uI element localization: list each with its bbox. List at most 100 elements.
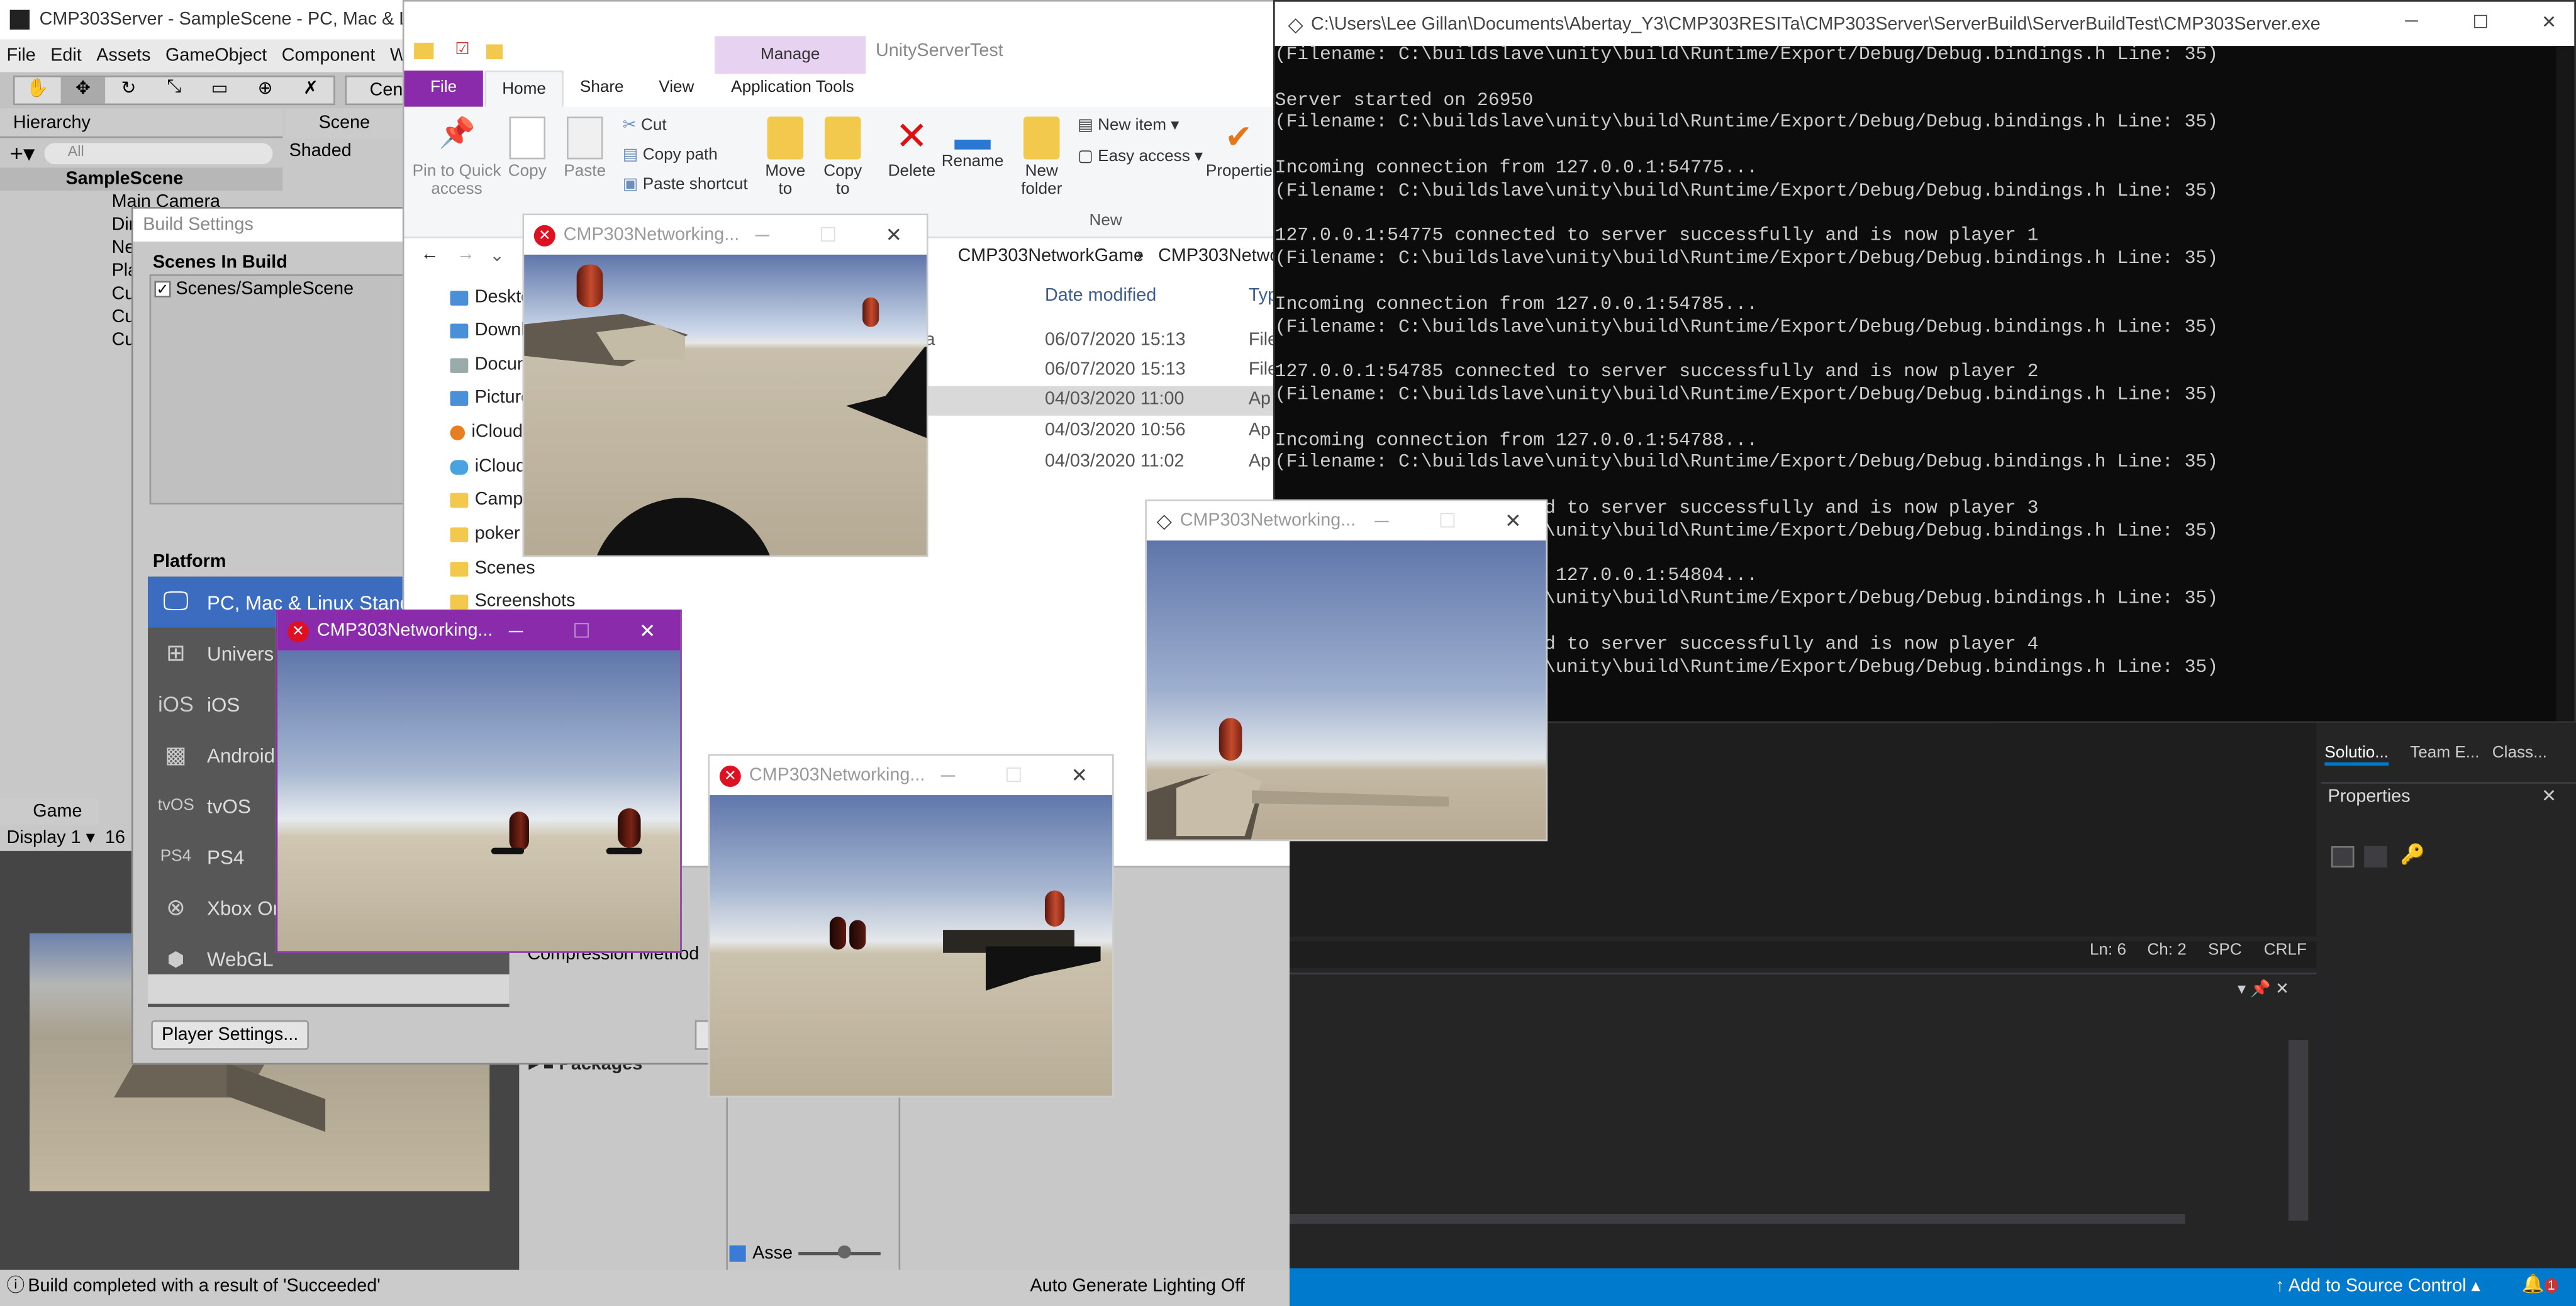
nav-item[interactable]: Deskto — [450, 287, 531, 307]
game-display-select[interactable]: Display 1 ▾ 16 — [6, 825, 125, 851]
menu-assets[interactable]: Assets — [96, 46, 150, 65]
maximize-icon[interactable]: ☐ — [986, 756, 1042, 795]
delete-button[interactable]: ✕ Delete — [884, 116, 940, 181]
back-arrow-icon[interactable]: ← — [421, 245, 439, 264]
property-pages-icon[interactable]: 🔑 — [2400, 843, 2425, 866]
new-item-icon: ▤ — [1078, 116, 1093, 135]
quick-access-check-icon[interactable]: ☑ — [455, 41, 469, 59]
nav-item[interactable]: Picture — [450, 388, 531, 408]
nav-item[interactable]: Docum — [450, 355, 532, 374]
menu-gameobject[interactable]: GameObject — [165, 46, 267, 65]
close-icon[interactable]: ✕ — [866, 215, 922, 255]
hierarchy-scene-row[interactable]: SampleScene — [0, 167, 283, 191]
new-folder-button[interactable]: New folder — [1017, 116, 1066, 199]
close-icon[interactable]: ✕ — [1051, 756, 1107, 795]
minimize-icon[interactable]: ─ — [920, 756, 976, 795]
scene-tab[interactable]: Scene — [286, 108, 404, 138]
output-scrollbar[interactable] — [2288, 1040, 2309, 1221]
maximize-icon[interactable]: ☐ — [1419, 501, 1475, 541]
rect-tool-icon[interactable]: ▭ — [197, 77, 242, 104]
nav-item[interactable]: Scenes — [450, 559, 535, 578]
console-line: (Filename: C:\buildslave\unity\build\Run… — [1274, 386, 2219, 406]
paste-button[interactable]: Paste — [560, 116, 610, 181]
hierarchy-tab[interactable]: Hierarchy — [0, 108, 283, 138]
minimize-icon[interactable]: ─ — [2405, 11, 2417, 31]
manage-tab[interactable]: Manage — [715, 36, 866, 74]
minimize-icon[interactable]: ─ — [734, 215, 790, 255]
close-icon[interactable]: ✕ — [2541, 785, 2556, 806]
scenes-in-build-header: Scenes In Build — [152, 253, 287, 273]
tab-team-explorer[interactable]: Team E... — [2410, 744, 2479, 762]
categorized-icon[interactable] — [2331, 846, 2355, 868]
pin-quick-access-button[interactable]: 📌 Pin to Quick access — [411, 116, 503, 199]
maximize-icon[interactable]: ☐ — [554, 611, 610, 651]
nav-item[interactable]: Screenshots — [450, 591, 575, 611]
folder-icon — [450, 492, 469, 507]
tab-solution-explorer[interactable]: Solutio... — [2324, 744, 2389, 766]
minimize-icon[interactable]: ─ — [488, 611, 544, 651]
folder-icon — [450, 594, 469, 609]
quick-access-folder-icon[interactable] — [486, 44, 503, 60]
close-icon[interactable]: ✕ — [620, 611, 676, 651]
hand-tool-icon[interactable]: ✋ — [15, 77, 60, 104]
transform-tool-icon[interactable]: ⊕ — [242, 77, 287, 104]
nav-item[interactable]: Downl — [450, 320, 525, 340]
rotate-tool-icon[interactable]: ↻ — [106, 77, 151, 104]
maximize-icon[interactable]: ☐ — [2472, 11, 2489, 33]
scene-shading-mode[interactable]: Shaded — [289, 138, 352, 164]
menu-edit[interactable]: Edit — [50, 46, 82, 65]
copy-path-button[interactable]: ▤ Copy path — [623, 146, 718, 164]
properties-button[interactable]: ✔ Properties — [1206, 116, 1281, 181]
column-date-modified[interactable]: Date modified — [1045, 286, 1156, 305]
checkbox-icon[interactable]: ✓ — [154, 281, 171, 298]
rename-button[interactable]: Rename — [941, 116, 1003, 171]
move-tool-icon[interactable]: ✥ — [60, 77, 106, 104]
client-title-bar: ✕ CMP303Networking... ─ ☐ ✕ — [277, 611, 681, 651]
new-item-button[interactable]: ▤ New item ▾ — [1078, 116, 1179, 135]
easy-access-button[interactable]: ▢ Easy access ▾ — [1078, 148, 1203, 166]
breadcrumb-item[interactable]: CMP303NetworkGame — [958, 247, 1144, 266]
shadow — [985, 946, 1101, 991]
nav-item[interactable]: iCloud — [450, 422, 523, 442]
ribbon-tab-share[interactable]: Share — [580, 70, 624, 106]
nav-item[interactable]: Camp — [450, 489, 523, 510]
close-icon[interactable]: ✕ — [1485, 501, 1541, 541]
pin-icon[interactable]: ▾ 📌 ✕ — [2238, 981, 2289, 999]
output-hscroll[interactable] — [1290, 1214, 2185, 1224]
ribbon-tab-application-tools[interactable]: Application Tools — [731, 70, 854, 106]
asset-zoom-slider[interactable]: Asse — [729, 1244, 882, 1263]
recent-chevron-icon[interactable]: ⌄ — [489, 245, 505, 266]
move-to-button[interactable]: Move to — [761, 116, 810, 199]
breadcrumb-sep: › — [1137, 246, 1143, 267]
breadcrumb-item[interactable]: CMP303Netwo — [1158, 247, 1280, 266]
ribbon-tab-file[interactable]: File — [404, 70, 483, 107]
paste-shortcut-button[interactable]: ▣ Paste shortcut — [623, 176, 748, 194]
custom-tool-icon[interactable]: ✗ — [288, 77, 333, 104]
forward-arrow-icon[interactable]: → — [457, 245, 475, 264]
nav-item[interactable]: poker — [450, 524, 520, 544]
pivot-center-toggle[interactable]: Cen — [345, 75, 411, 106]
player-settings-button[interactable]: Player Settings... — [151, 1020, 309, 1050]
game-tab[interactable]: Game — [0, 798, 99, 825]
maximize-icon[interactable]: ☐ — [800, 215, 856, 255]
notification-bell-icon[interactable]: 🔔 1 — [2522, 1273, 2558, 1295]
properties-title: Properties — [2328, 786, 2411, 807]
console-scrollbar[interactable] — [2556, 46, 2575, 722]
copy-to-button[interactable]: Copy to — [818, 116, 867, 199]
copy-button[interactable]: Copy — [503, 116, 552, 181]
minimize-icon[interactable]: ─ — [1354, 501, 1410, 541]
ribbon-tab-home[interactable]: Home — [484, 70, 564, 107]
ribbon-tab-view[interactable]: View — [659, 70, 694, 106]
add-icon[interactable]: +▾ — [10, 139, 35, 167]
tab-class-view[interactable]: Class... — [2492, 744, 2547, 762]
console-line: (Filename: C:\buildslave\unity\build\Run… — [1274, 250, 2219, 270]
cut-button[interactable]: ✂ Cut — [623, 116, 667, 135]
menu-component[interactable]: Component — [282, 46, 376, 65]
alphabetical-icon[interactable] — [2364, 846, 2387, 868]
scale-tool-icon[interactable]: ⤡ — [152, 77, 197, 104]
close-icon[interactable]: ✕ — [2541, 11, 2556, 33]
nav-item[interactable]: iCloud — [450, 457, 526, 476]
source-control-button[interactable]: ↑ Add to Source Control ▴ — [2275, 1275, 2480, 1296]
menu-file[interactable]: File — [6, 46, 35, 65]
hierarchy-search[interactable]: All — [45, 142, 273, 164]
